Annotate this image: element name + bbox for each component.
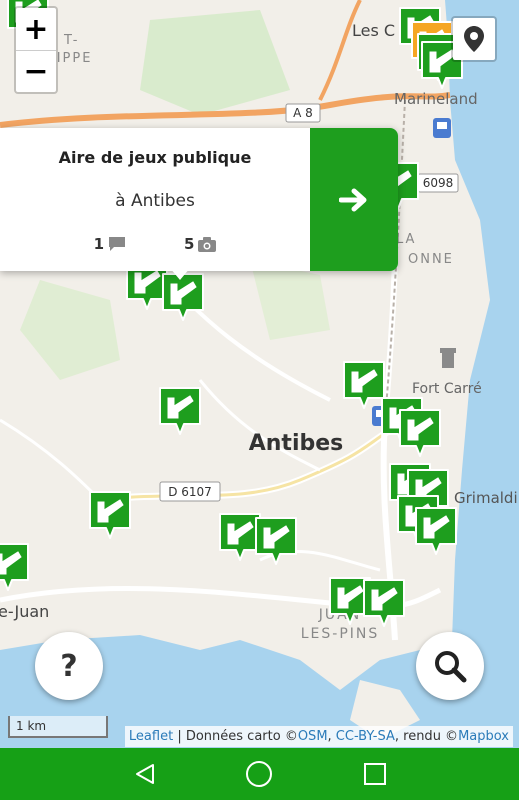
label-t: T- bbox=[63, 33, 79, 48]
zoom-control: + − bbox=[14, 6, 58, 94]
label-onne: ONNE bbox=[408, 252, 454, 267]
popup-stats: 1 5 bbox=[0, 235, 310, 253]
popup-open-button[interactable] bbox=[310, 128, 398, 271]
comments-stat: 1 bbox=[94, 235, 126, 253]
triangle-back-icon bbox=[136, 764, 154, 784]
back-button[interactable] bbox=[130, 760, 160, 788]
comments-count: 1 bbox=[93, 235, 104, 253]
label-les-pins: LES-PINS bbox=[301, 626, 380, 642]
label-antibes: Antibes bbox=[249, 431, 344, 456]
road-shield-d6107: D 6107 bbox=[159, 481, 221, 502]
fort-icon bbox=[440, 348, 456, 368]
place-popup[interactable]: Aire de jeux publique à Antibes 1 5 bbox=[0, 128, 398, 271]
popup-location: à Antibes bbox=[115, 191, 195, 211]
label-grimaldi: Grimaldi bbox=[454, 489, 518, 507]
popup-content[interactable]: Aire de jeux publique à Antibes 1 5 bbox=[0, 128, 310, 271]
zoom-in-button[interactable]: + bbox=[16, 8, 56, 50]
attribution-text: | Données carto © bbox=[173, 729, 298, 744]
home-button[interactable] bbox=[244, 760, 274, 788]
photos-stat: 5 bbox=[184, 235, 217, 253]
circle-home-icon bbox=[246, 761, 272, 787]
attribution-rendered: , rendu © bbox=[394, 729, 459, 744]
magnifier-icon bbox=[435, 651, 467, 683]
search-button[interactable] bbox=[416, 632, 484, 700]
square-recents-icon bbox=[364, 763, 386, 785]
leaflet-link[interactable]: Leaflet bbox=[129, 729, 173, 744]
svg-text:A 8: A 8 bbox=[293, 106, 313, 120]
svg-text:6098: 6098 bbox=[423, 176, 454, 190]
popup-pointer bbox=[170, 268, 190, 280]
system-navigation-bar bbox=[0, 748, 519, 800]
recents-button[interactable] bbox=[360, 760, 390, 788]
label-fort-carre: Fort Carré bbox=[412, 381, 482, 397]
arrow-right-icon bbox=[339, 188, 367, 211]
locate-button[interactable] bbox=[451, 16, 497, 62]
label-les-c: Les C bbox=[352, 21, 395, 40]
label-juan-left: e-Juan bbox=[0, 602, 49, 621]
attribution-comma: , bbox=[327, 729, 336, 744]
train-station-icon bbox=[433, 118, 451, 138]
svg-text:D 6107: D 6107 bbox=[168, 485, 212, 499]
road-shield-6098: 6098 bbox=[417, 173, 459, 193]
camera-icon bbox=[198, 236, 217, 252]
location-pin-icon bbox=[464, 26, 484, 52]
license-link[interactable]: CC-BY-SA bbox=[336, 729, 395, 744]
map-attribution: Leaflet | Données carto ©OSM, CC-BY-SA, … bbox=[124, 726, 513, 747]
osm-link[interactable]: OSM bbox=[298, 729, 328, 744]
help-button[interactable]: ? bbox=[35, 632, 103, 700]
road-shield-a8: A 8 bbox=[285, 103, 321, 123]
mapbox-link[interactable]: Mapbox bbox=[458, 729, 509, 744]
help-label: ? bbox=[60, 648, 78, 684]
speech-bubble-icon bbox=[109, 237, 125, 251]
label-marineland: Marineland bbox=[394, 90, 478, 108]
popup-title: Aire de jeux publique bbox=[58, 148, 252, 167]
map-scale: 1 km bbox=[8, 716, 108, 738]
zoom-out-button[interactable]: − bbox=[16, 50, 56, 92]
photos-count: 5 bbox=[184, 235, 195, 253]
label-la: LA bbox=[396, 232, 416, 247]
app-screen: Antibes Les C Marineland Fort Carré Grim… bbox=[0, 0, 519, 800]
